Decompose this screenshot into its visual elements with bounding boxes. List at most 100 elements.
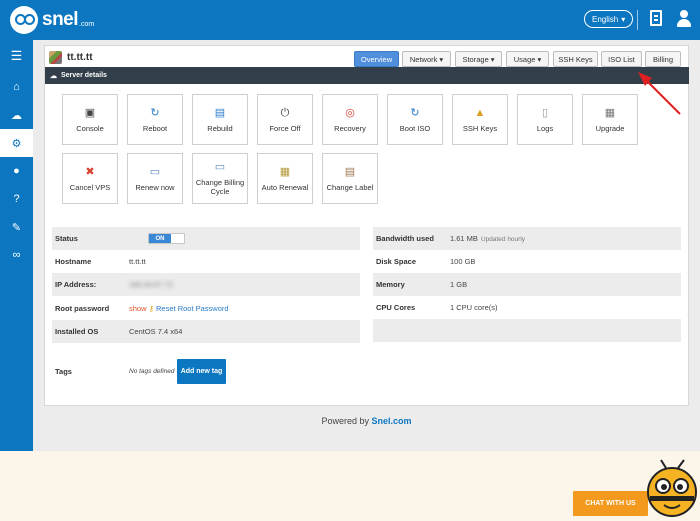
boot-iso-icon: ↻	[410, 106, 420, 119]
gear-icon[interactable]: ⚙	[0, 129, 33, 157]
ip-label: IP Address:	[55, 280, 97, 289]
auto-renewal-button[interactable]: ▦ Auto Renewal	[257, 153, 313, 204]
show-password-link[interactable]: show	[129, 304, 147, 313]
action-label: Boot ISO	[399, 123, 431, 133]
logs-button[interactable]: ▯ Logs	[517, 94, 573, 145]
hostname-value: tt.tt.tt	[129, 257, 146, 266]
tab-label: Network	[409, 54, 438, 64]
add-tag-button[interactable]: Add new tag	[177, 359, 226, 384]
tab-network[interactable]: Network ▾	[402, 51, 451, 67]
power-icon: ⏻	[280, 106, 290, 119]
recovery-button[interactable]: ◎ Recovery	[322, 94, 378, 145]
link-icon[interactable]: ∞	[0, 241, 33, 269]
ssh-keys-button[interactable]: ▲ SSH Keys	[452, 94, 508, 145]
chat-with-us-button[interactable]: CHAT WITH US	[573, 491, 648, 516]
memory-row: Memory 1 GB	[373, 273, 681, 296]
reboot-button[interactable]: ↻ Reboot	[127, 94, 183, 145]
action-label: Reboot	[142, 123, 168, 133]
memory-value: 1 GB	[450, 280, 468, 289]
language-selector[interactable]: English ▾	[584, 10, 634, 28]
help-icon[interactable]: ?	[0, 185, 33, 213]
ip-row: IP Address: 185.44.67.72	[52, 273, 360, 296]
status-toggle-on: ON	[149, 234, 171, 243]
root-password-controls: show ⚷ Reset Root Password	[129, 304, 229, 313]
boot-iso-button[interactable]: ↻ Boot ISO	[387, 94, 443, 145]
label-icon: ▤	[344, 165, 356, 178]
language-label: English	[592, 14, 619, 24]
header-divider	[637, 10, 638, 30]
cancel-vps-button[interactable]: ✖ Cancel VPS	[62, 153, 118, 204]
action-label: Upgrade	[595, 123, 625, 133]
tab-overview[interactable]: Overview	[354, 51, 399, 67]
bee-mascot-icon[interactable]	[644, 458, 700, 521]
action-label: Renew now	[135, 182, 175, 192]
reset-root-password-link[interactable]: Reset Root Password	[156, 304, 229, 313]
tab-ssh-keys[interactable]: SSH Keys	[553, 51, 598, 67]
document-icon[interactable]	[650, 10, 662, 26]
force-off-button[interactable]: ⏻ Force Off	[257, 94, 313, 145]
action-label: Change Billing Cycle	[195, 178, 245, 196]
hostname-label: Hostname	[55, 257, 92, 266]
logo-tld: .com	[79, 20, 95, 28]
cloud-icon[interactable]: ☁	[0, 101, 33, 129]
server-name: tt.tt.tt	[67, 52, 93, 63]
change-billing-cycle-button[interactable]: ▭ Change Billing Cycle	[192, 153, 248, 204]
pencil-icon[interactable]: ✎	[0, 213, 33, 241]
root-password-label: Root password	[55, 304, 110, 313]
user-account-icon[interactable]	[677, 10, 691, 28]
lock-icon: ▲	[474, 106, 486, 119]
chevron-down-icon: ▾	[621, 14, 626, 24]
upgrade-icon: ▦	[604, 106, 616, 119]
tab-storage[interactable]: Storage ▾	[455, 51, 502, 67]
renew-now-button[interactable]: ▭ Renew now	[127, 153, 183, 204]
server-details-icon: ☁	[50, 72, 57, 80]
auto-renewal-icon: ▦	[279, 165, 291, 178]
snel-mascot-icon	[10, 6, 38, 34]
tab-iso-list[interactable]: ISO List	[601, 51, 642, 67]
memory-label: Memory	[376, 280, 405, 289]
billing-cycle-icon: ▭	[214, 161, 226, 173]
user-icon[interactable]: ●	[0, 157, 33, 185]
action-label: Rebuild	[207, 123, 233, 133]
logs-icon: ▯	[541, 106, 549, 119]
tab-label: Billing	[652, 54, 673, 64]
tab-label: SSH Keys	[558, 54, 593, 64]
server-title: tt.tt.tt	[49, 51, 93, 64]
ip-value: 185.44.67.72	[129, 280, 173, 289]
tab-label: Usage	[513, 54, 536, 64]
root-password-row: Root password show ⚷ Reset Root Password	[52, 297, 360, 320]
action-label: Change Label	[326, 182, 374, 192]
bandwidth-note: Updated hourly	[480, 236, 526, 243]
footer-brand-link[interactable]: Snel.com	[372, 416, 412, 426]
tab-label: ISO List	[608, 54, 635, 64]
upgrade-button[interactable]: ▦ Upgrade	[582, 94, 638, 145]
home-icon[interactable]: ⌂	[0, 73, 33, 101]
footer-prefix: Powered by	[321, 416, 369, 426]
snel-logo[interactable]: snel .com	[10, 6, 94, 34]
rebuild-icon: ▤	[214, 106, 226, 119]
tab-billing[interactable]: Billing	[645, 51, 681, 67]
console-button[interactable]: ▣ Console	[62, 94, 118, 145]
tab-usage[interactable]: Usage ▾	[506, 51, 549, 67]
bandwidth-value: 1.61 MB	[450, 234, 478, 243]
rebuild-button[interactable]: ▤ Rebuild	[192, 94, 248, 145]
disk-label: Disk Space	[376, 257, 417, 266]
cancel-icon: ✖	[85, 165, 95, 178]
bandwidth-value-wrap: 1.61 MB Updated hourly	[450, 234, 525, 243]
action-label: Logs	[536, 123, 554, 133]
lifebuoy-icon: ◎	[345, 106, 355, 119]
disk-row: Disk Space 100 GB	[373, 250, 681, 273]
action-label: SSH Keys	[462, 123, 498, 133]
disk-value: 100 GB	[450, 257, 476, 266]
top-bar: snel .com English ▾	[0, 0, 700, 40]
status-toggle[interactable]: ON	[148, 233, 185, 244]
menu-icon[interactable]: ☰	[0, 42, 33, 70]
key-icon: ⚷	[148, 304, 155, 313]
status-row: Status ON	[52, 227, 360, 250]
reboot-icon: ↻	[150, 106, 160, 119]
os-row: Installed OS CentOS 7.4 x64	[52, 320, 360, 343]
bandwidth-row: Bandwidth used 1.61 MB Updated hourly	[373, 227, 681, 250]
footer: Powered by Snel.com	[33, 416, 700, 426]
tags-label: Tags	[55, 367, 72, 376]
change-label-button[interactable]: ▤ Change Label	[322, 153, 378, 204]
